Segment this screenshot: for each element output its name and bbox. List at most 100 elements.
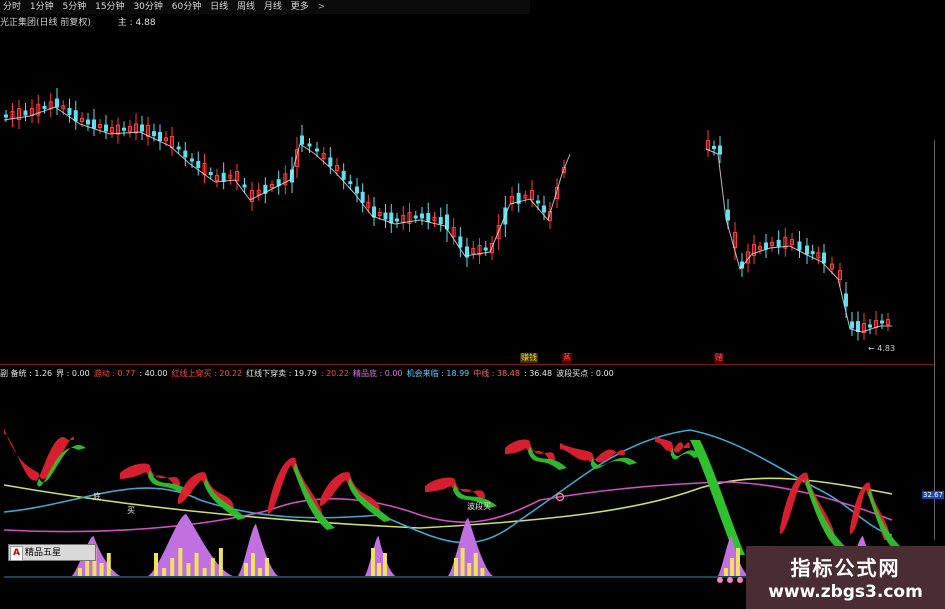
candle-body [196, 161, 201, 168]
histogram-bar [99, 563, 104, 576]
histogram-bar [724, 568, 728, 576]
candle-body [104, 124, 108, 132]
histogram-bar [194, 553, 199, 576]
candle-body [23, 110, 28, 116]
candle-body [542, 205, 546, 213]
indicator-entry: 副 备统 : 1.26 [0, 369, 53, 378]
wave-green-fill [528, 446, 567, 470]
histogram-bar [473, 553, 478, 576]
histogram-bar [258, 568, 262, 576]
indicator-entry: 中线 : 38.48 [473, 369, 520, 378]
candle-body [880, 320, 884, 324]
candle-body [360, 191, 365, 203]
logo-badge: A [10, 546, 23, 561]
indicator-entry: 红线上穿买 : 20.22 [171, 369, 243, 378]
indicator-entry: 游动 : 0.77 [93, 369, 136, 378]
histogram-bar [154, 553, 158, 576]
pane-divider[interactable] [0, 364, 934, 365]
chart-window: 分时 1分钟 5分钟 15分钟 30分钟 60分钟 日线 周线 月线 更多 > … [0, 0, 945, 609]
histogram-bar [467, 563, 472, 576]
candle-body [822, 252, 826, 264]
candle-body [810, 251, 815, 255]
candle-body [158, 131, 162, 141]
candle-body [300, 135, 304, 145]
histogram-bar [251, 553, 255, 576]
histogram-bar [106, 553, 111, 576]
histogram-bar [202, 568, 207, 576]
signal-tag-2: 蒸 [562, 353, 572, 363]
lower-signal-buy: 买 [127, 506, 135, 515]
wave-green-fill [690, 440, 745, 555]
histogram-bar [162, 568, 167, 576]
candle-body [395, 218, 399, 222]
candle-body [4, 114, 8, 118]
candle-body [42, 106, 47, 109]
signal-dot [727, 577, 733, 583]
candle-body [122, 127, 126, 131]
histogram-bar [371, 548, 375, 576]
histogram-bar [78, 568, 82, 576]
candle-body [420, 213, 424, 219]
histogram-bar [170, 558, 175, 576]
histogram-bar [244, 563, 248, 576]
logo-text: 精品五星 [25, 548, 62, 558]
histogram-bar [210, 558, 215, 576]
histogram-bar [178, 548, 183, 576]
histogram-bar [377, 563, 381, 576]
candle-body [341, 170, 346, 180]
candle-body [355, 186, 359, 194]
candle-body [805, 245, 809, 255]
watermark-url: www.zbgs3.com [768, 582, 923, 602]
price-ma-line [3, 106, 571, 257]
candle-body [438, 217, 443, 224]
site-watermark: 指标公式网 www.zbgs3.com [746, 546, 945, 609]
indicator-entry: 红线下穿卖 : 19.79 [246, 369, 317, 378]
histogram-bar [186, 563, 191, 576]
candle-body [458, 236, 463, 248]
candle-body [797, 241, 802, 251]
candle-body [536, 200, 540, 204]
lower-signal-low: 底 [93, 492, 101, 501]
histogram-bar [218, 548, 223, 576]
candle-body [413, 215, 418, 219]
indicator-entry: 界 : 0.00 [56, 369, 90, 378]
indicator-legend-row: 副 备统 : 1.26 界 : 0.00 游动 : 0.77: 40.00 红线上穿买… [0, 367, 618, 380]
candle-body [483, 247, 488, 251]
indicator-logo[interactable]: A 精品五星 [8, 544, 96, 561]
indicator-entry: : 40.00 [139, 369, 168, 378]
signal-tag-3: 赌 [714, 353, 724, 363]
histogram-bar [265, 558, 269, 576]
candle-body [152, 131, 156, 137]
histogram-bar [454, 558, 458, 576]
histogram-bar [383, 553, 387, 576]
candle-body [776, 239, 781, 247]
candle-body [208, 172, 213, 175]
candle-body [307, 143, 312, 147]
candle-body [176, 146, 181, 150]
candle-body [67, 108, 72, 115]
candle-body [190, 158, 194, 162]
signal-dot [737, 577, 743, 583]
candle-body [712, 146, 716, 149]
candle-body [348, 181, 353, 185]
candle-body [86, 119, 90, 125]
indicator-entry: 精品底 : 0.00 [352, 369, 403, 378]
right-scale-panel [934, 140, 945, 540]
candle-body [383, 212, 388, 220]
signal-dot [717, 577, 723, 583]
candle-body [140, 124, 144, 132]
candle-body [221, 172, 226, 182]
candle-body [328, 157, 333, 167]
histogram-bar [736, 548, 740, 576]
histogram-bar [480, 568, 485, 576]
indicator-entry: : 36.48 [523, 369, 553, 378]
candle-body [315, 148, 319, 152]
indicator-entry: 波段买点 : 0.00 [556, 369, 614, 378]
kline-chart[interactable] [0, 0, 945, 609]
indicator-entry: 机会来临 : 18.99 [406, 369, 470, 378]
candle-body [242, 184, 247, 188]
histogram-bar [730, 558, 734, 576]
candle-body [92, 119, 96, 129]
candle-body [850, 321, 854, 329]
indicator-magenta-line [3, 481, 893, 533]
